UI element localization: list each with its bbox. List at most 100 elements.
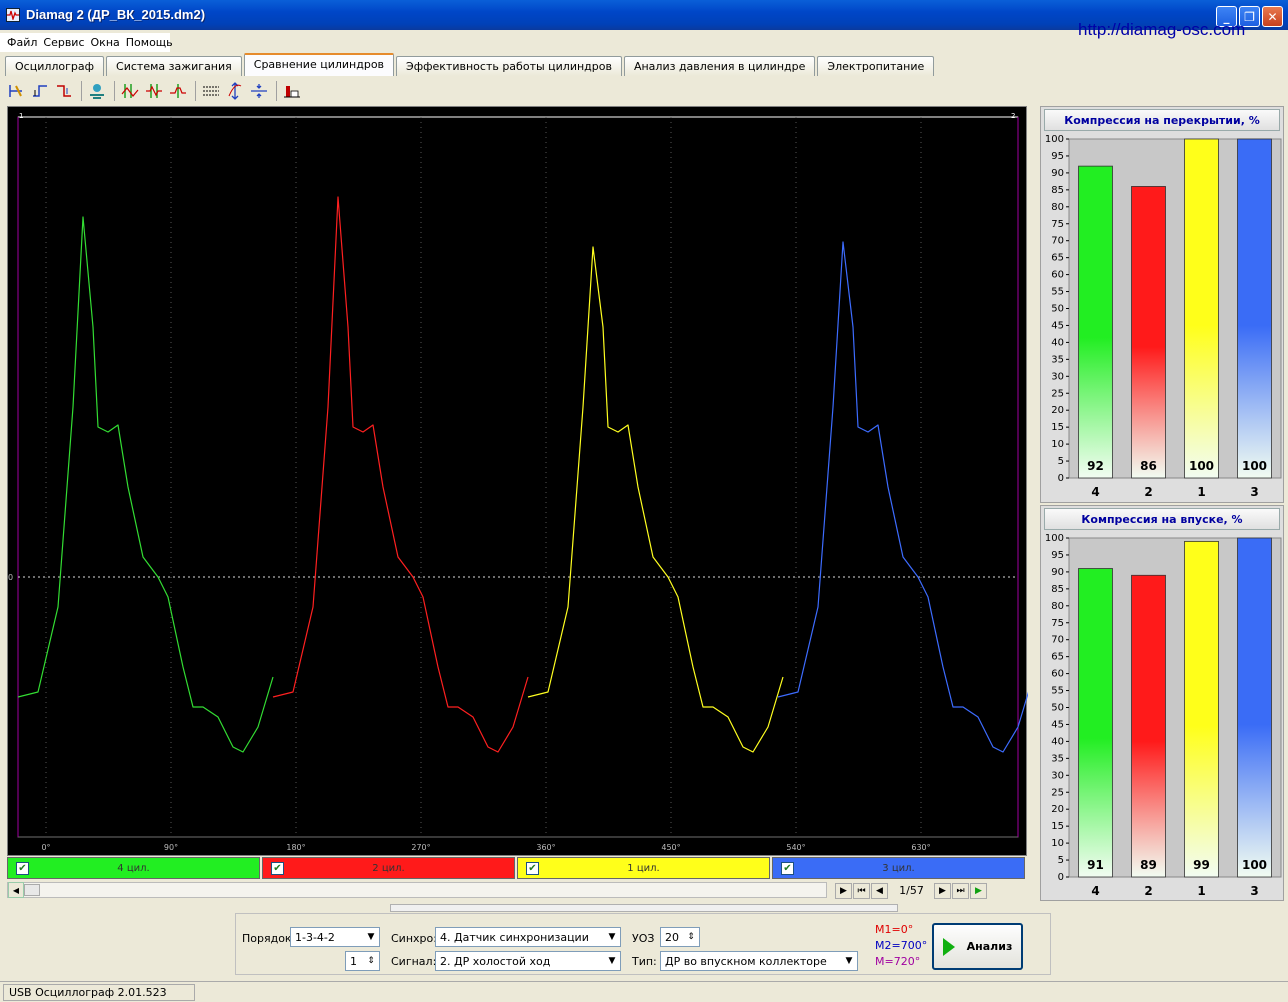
menu-bar: Файл Сервис Окна Помощь (0, 33, 173, 52)
scroll-right-icon[interactable]: ▶ (835, 882, 852, 899)
play-icon[interactable]: ▶ (970, 882, 987, 899)
y-tick-label: 95 (1051, 550, 1064, 561)
tab-ignition[interactable]: Система зажигания (106, 56, 242, 76)
scale-vertical-icon[interactable] (224, 80, 246, 102)
rising-edge-icon[interactable] (29, 80, 51, 102)
menu-file[interactable]: Файл (7, 36, 37, 49)
tab-bar: Осциллограф Система зажигания Сравнение … (5, 53, 936, 76)
signal-label: Сигнал: (391, 955, 437, 968)
tab-cylinder-compare[interactable]: Сравнение цилиндров (243, 53, 395, 76)
status-bar: USB Осциллограф 2.01.523 (0, 981, 1288, 1002)
signal-select[interactable]: 2. ДР холостой ход ▼ (435, 951, 621, 971)
play-icon (942, 937, 955, 956)
oscilloscope-plot[interactable]: 1 2 0° 90° 180° 270° 360° 450° 540° 630° 0 (7, 106, 1028, 856)
type-label: Тип: (632, 955, 657, 968)
sync-icon[interactable] (86, 80, 108, 102)
bar-value-label: 92 (1087, 459, 1104, 473)
order-number-spinner[interactable]: 1 ⇕ (345, 951, 380, 971)
order-select[interactable]: 1-3-4-2 ▼ (290, 927, 380, 947)
website-link[interactable]: http://diamag-osc.com (1078, 20, 1245, 40)
marker-readout: M1=0° M2=700° M=720° (875, 922, 927, 970)
y-tick-label: 5 (1058, 855, 1064, 866)
y-tick-label: 100 (1045, 533, 1064, 544)
chevron-down-icon[interactable]: ▼ (604, 952, 620, 970)
tab-cylinder-efficiency[interactable]: Эффективность работы цилиндров (396, 56, 622, 76)
x-tick-label: 360° (536, 843, 555, 852)
y-tick-label: 95 (1051, 151, 1064, 162)
marker-corner-left: 1 (19, 112, 23, 120)
analyze-button[interactable]: Анализ (932, 923, 1023, 970)
y-tick-label: 100 (1045, 134, 1064, 145)
falling-edge-icon[interactable] (53, 80, 75, 102)
cylinder-3-toggle[interactable]: ✔ 3 цил. (772, 857, 1025, 879)
horizontal-scrollbar[interactable]: ◀ (7, 882, 827, 898)
close-button[interactable]: ✕ (1262, 6, 1283, 27)
first-frame-icon[interactable]: ⏮ (853, 882, 870, 899)
bar-value-label: 99 (1193, 858, 1210, 872)
y-tick-label: 55 (1051, 287, 1064, 298)
y-tick-label: 5 (1058, 456, 1064, 467)
sync-label: Синхро: (391, 932, 437, 945)
bar-category-label: 3 (1250, 884, 1258, 898)
chevron-down-icon[interactable]: ▼ (363, 928, 379, 946)
y-tick-label: 20 (1051, 405, 1064, 416)
spinner-icon[interactable]: ⇕ (363, 952, 379, 970)
order-label: Порядок (242, 932, 292, 945)
settings-panel: Порядок 1-3-4-2 ▼ 1 ⇕ Синхро: 4. Датчик … (235, 913, 1051, 975)
y-tick-label: 10 (1051, 838, 1064, 849)
signal-value: 2. ДР холостой ход (440, 954, 551, 968)
cursor-tool-icon[interactable] (5, 80, 27, 102)
bars-chart-icon[interactable] (281, 80, 303, 102)
app-icon (6, 8, 20, 22)
type-select[interactable]: ДР во впускном коллекторе ▼ (660, 951, 858, 971)
marker-m2: M2=700° (875, 939, 928, 952)
plot-area (17, 116, 1019, 838)
sync-value: 4. Датчик синхронизации (440, 930, 589, 944)
overlap-compression-panel: Компрессия на перекрытии, % 0 5 10 15 20 25 30… (1040, 106, 1284, 503)
next-frame-icon[interactable]: ▶ (934, 882, 951, 899)
menu-windows[interactable]: Окна (91, 36, 120, 49)
cylinder-2-toggle[interactable]: ✔ 2 цил. (262, 857, 515, 879)
spinner-icon[interactable]: ⇕ (683, 928, 699, 946)
scroll-left-icon[interactable]: ◀ (8, 882, 24, 898)
cylinder-1-toggle[interactable]: ✔ 1 цил. (517, 857, 770, 879)
x-tick-label: 270° (411, 843, 430, 852)
marker-2-icon[interactable] (143, 80, 165, 102)
cylinder-4-toggle[interactable]: ✔ 4 цил. (7, 857, 260, 879)
uoz-spinner[interactable]: 20 ⇕ (660, 927, 700, 947)
x-tick-label: 630° (911, 843, 930, 852)
page-indicator: 1/57 (899, 884, 924, 897)
marker-3-icon[interactable] (167, 80, 189, 102)
marker-m: M=720° (875, 955, 921, 968)
menu-service[interactable]: Сервис (43, 36, 84, 49)
order-number-value: 1 (350, 954, 357, 968)
y-tick-label: 40 (1051, 736, 1064, 747)
toolbar (5, 78, 305, 104)
marker-m1: M1=0° (875, 923, 914, 936)
marker-1-icon[interactable] (119, 80, 141, 102)
scroll-thumb[interactable] (24, 884, 40, 896)
bar-value-label: 100 (1242, 858, 1267, 872)
cylinder-4-label: 4 цил. (117, 862, 150, 874)
grid-lines-icon[interactable] (200, 80, 222, 102)
x-tick-label: 450° (661, 843, 680, 852)
tab-pressure-analysis[interactable]: Анализ давления в цилиндре (623, 56, 816, 76)
chevron-down-icon[interactable]: ▼ (841, 952, 857, 970)
y-tick-label: 35 (1051, 753, 1064, 764)
uoz-value: 20 (665, 930, 679, 944)
sync-select[interactable]: 4. Датчик синхронизации ▼ (435, 927, 621, 947)
level-line-icon[interactable] (248, 80, 270, 102)
prev-frame-icon[interactable]: ◀ (871, 882, 888, 899)
splitter-handle[interactable] (390, 904, 898, 912)
last-frame-icon[interactable]: ⏭ (952, 882, 969, 899)
chevron-down-icon[interactable]: ▼ (604, 928, 620, 946)
uoz-label: УОЗ (632, 932, 655, 945)
tab-power-supply[interactable]: Электропитание (817, 56, 935, 76)
cylinder-2-label: 2 цил. (372, 862, 405, 874)
y-tick-label: 0 (1058, 473, 1064, 484)
bar-cylinder-3 (1237, 138, 1272, 479)
cylinder-selector-bar: ✔ 4 цил. ✔ 2 цил. ✔ 1 цил. ✔ 3 цил. (7, 857, 1027, 881)
menu-help[interactable]: Помощь (126, 36, 173, 49)
window-title: Diamag 2 (ДР_ВК_2015.dm2) (26, 7, 206, 22)
tab-oscilloscope[interactable]: Осциллограф (5, 56, 105, 76)
